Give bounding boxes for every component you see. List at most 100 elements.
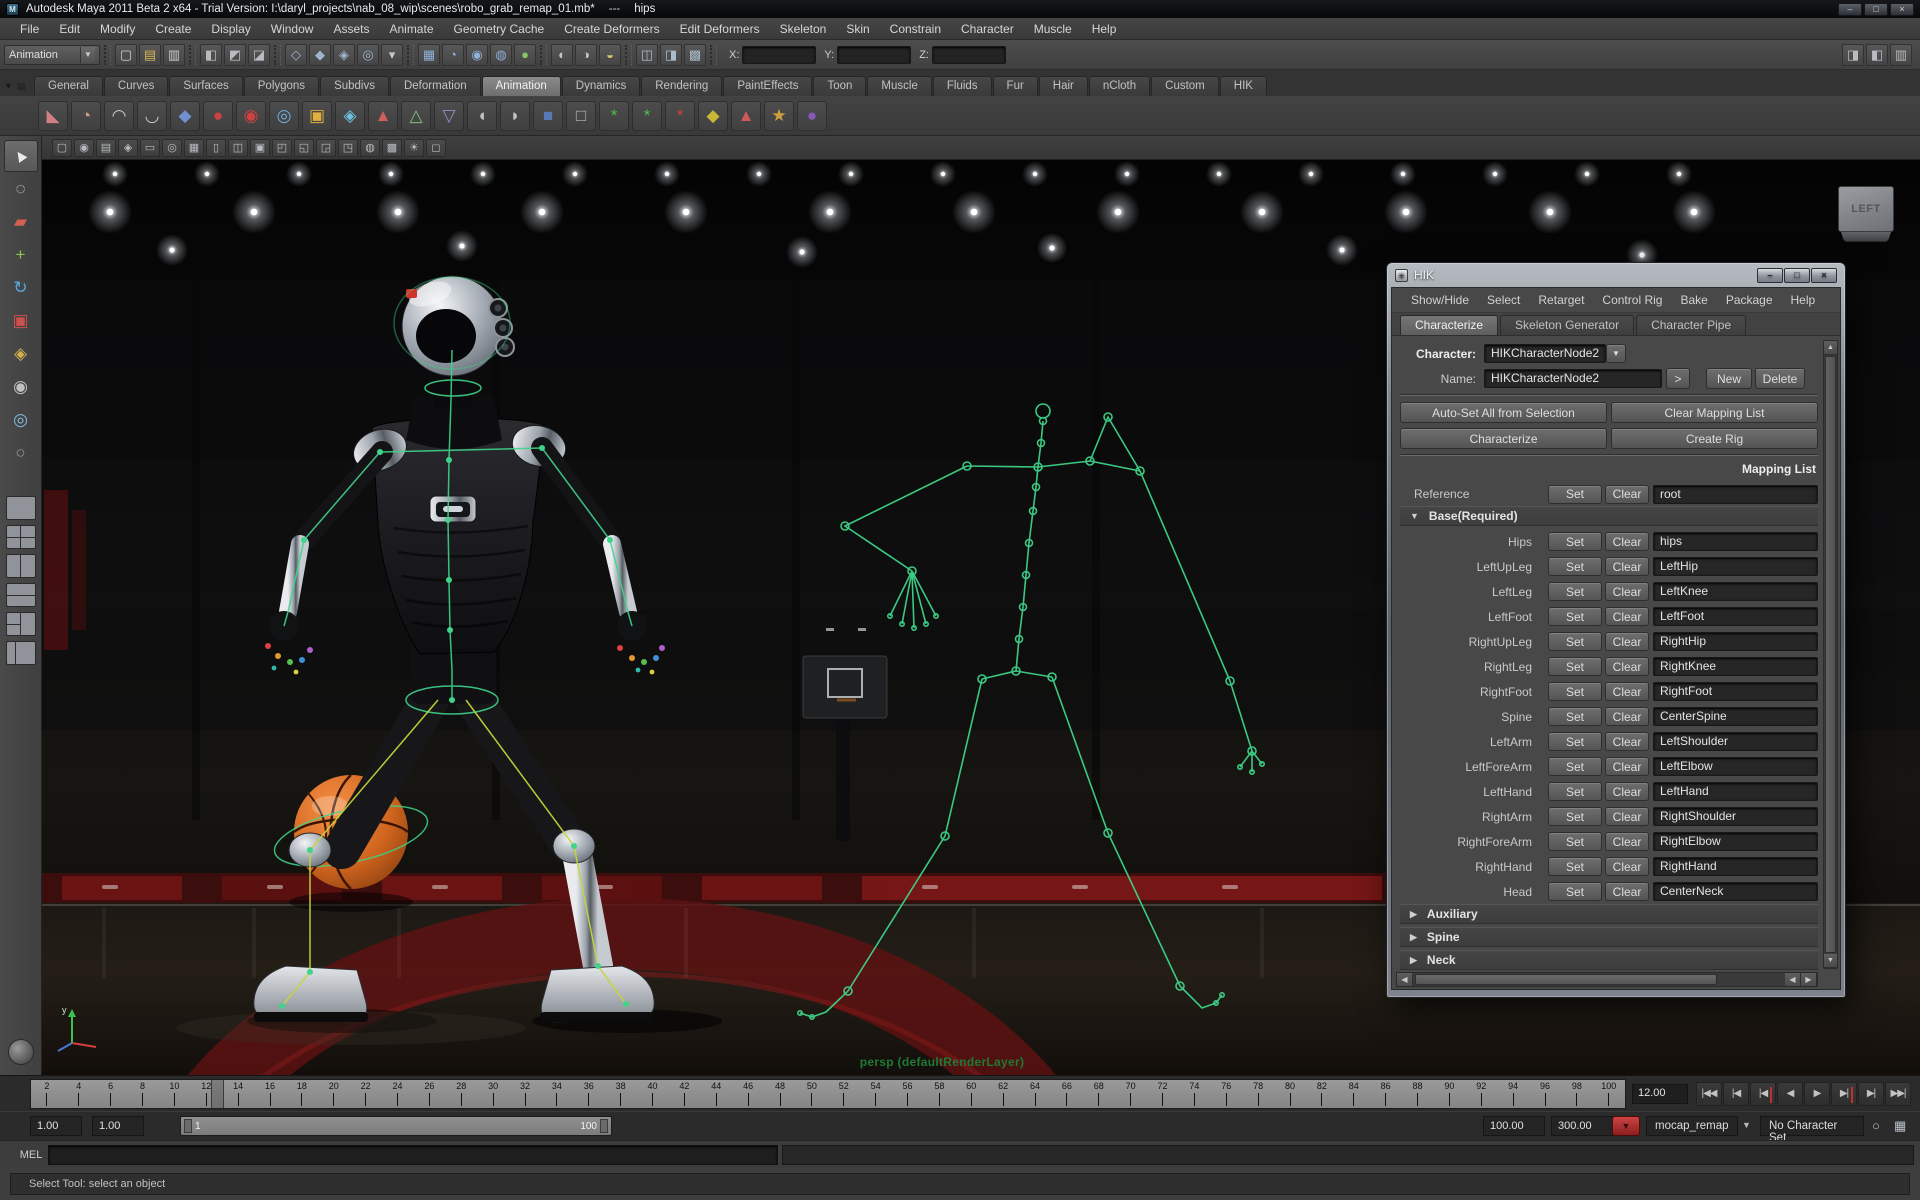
group-grip[interactable]	[625, 44, 632, 65]
lasso-tool[interactable]: ◌	[4, 173, 38, 205]
shelf-ease-out-icon[interactable]: ◡	[137, 100, 167, 131]
frame-tick[interactable]: 18	[286, 1080, 318, 1108]
mapping-set-button[interactable]: Set	[1548, 757, 1602, 776]
mapping-set-button[interactable]: Set	[1548, 857, 1602, 876]
menu-item[interactable]: Character	[951, 22, 1024, 36]
frame-tick[interactable]: 36	[573, 1080, 605, 1108]
frame-tick[interactable]: 26	[414, 1080, 446, 1108]
shelf-set-breakdown-icon[interactable]: ◎	[269, 100, 299, 131]
app-close-button[interactable]: ×	[1890, 2, 1914, 16]
shelf-tab[interactable]: Polygons	[243, 76, 320, 96]
chevron-collapsed-icon[interactable]: ▶	[1410, 909, 1417, 920]
frame-tick[interactable]: 52	[828, 1080, 860, 1108]
group-grip[interactable]	[710, 44, 717, 65]
ipr-render-icon[interactable]: ◨	[660, 43, 682, 66]
mapping-value-field[interactable]: LeftHand	[1653, 782, 1818, 801]
shelf-tab[interactable]: Dynamics	[561, 76, 641, 96]
mapping-clear-button[interactable]: Clear	[1605, 682, 1649, 701]
toggle-tool-settings-icon[interactable]: ◧	[1866, 43, 1888, 66]
name-input[interactable]: HIKCharacterNode2	[1484, 369, 1662, 388]
scroll-right-icon[interactable]: ▶	[1801, 973, 1817, 986]
shelf-tab[interactable]: Fur	[992, 76, 1038, 96]
frame-tick[interactable]: 6	[95, 1080, 127, 1108]
hik-menu-item[interactable]: Bake	[1671, 293, 1716, 307]
frame-tick[interactable]: 58	[924, 1080, 956, 1108]
frame-tick[interactable]: 28	[445, 1080, 477, 1108]
shelf-tab[interactable]: General	[34, 76, 103, 96]
hik-vertical-scrollbar[interactable]: ▲ ▼	[1823, 340, 1838, 969]
shelf-tab[interactable]: Rendering	[641, 76, 723, 96]
reference-value-field[interactable]: root	[1653, 484, 1818, 504]
select-component-icon[interactable]: ◪	[248, 43, 270, 66]
snap-curve-icon[interactable]: ◔	[442, 43, 464, 66]
new-button[interactable]: New	[1706, 368, 1752, 389]
frame-tick[interactable]: 20	[318, 1080, 350, 1108]
menu-item[interactable]: File	[10, 22, 49, 36]
frame-tick[interactable]: 10	[159, 1080, 191, 1108]
menu-set-selector[interactable]: Animation ▼	[4, 44, 100, 65]
mapping-clear-button[interactable]: Clear	[1605, 807, 1649, 826]
lights-mode-icon[interactable]: ☀	[404, 138, 424, 157]
shelf-motion-path-icon[interactable]: ◈	[335, 100, 365, 131]
shelf-tab[interactable]: Surfaces	[169, 76, 243, 96]
frame-tick[interactable]: 66	[1051, 1080, 1083, 1108]
shelf-tab-selector-icon[interactable]: ▼	[4, 81, 13, 92]
menu-item[interactable]: Geometry Cache	[444, 22, 555, 36]
frame-tick[interactable]: 98	[1561, 1080, 1593, 1108]
animation-end-field[interactable]: 300.00	[1551, 1116, 1613, 1136]
frame-tick[interactable]: 42	[669, 1080, 701, 1108]
input-connections-icon[interactable]: ◐	[551, 43, 573, 66]
soft-mod-tool[interactable]: ◉	[4, 371, 38, 403]
app-title-bar[interactable]: M Autodesk Maya 2011 Beta 2 x64 - Trial …	[0, 0, 1920, 18]
characterize-button[interactable]: Characterize	[1400, 428, 1607, 449]
frame-tick[interactable]: 84	[1338, 1080, 1370, 1108]
x-coordinate-input[interactable]	[742, 45, 817, 64]
frame-tick[interactable]: 2	[31, 1080, 63, 1108]
clear-mapping-list-button[interactable]: Clear Mapping List	[1611, 402, 1818, 423]
frame-tick[interactable]: 40	[637, 1080, 669, 1108]
frame-tick[interactable]: 34	[541, 1080, 573, 1108]
select-tool[interactable]: ▲	[3, 140, 38, 172]
new-scene-icon[interactable]: ▢	[115, 43, 137, 66]
shelf-tab[interactable]: Fluids	[932, 76, 992, 96]
field-chart-icon[interactable]: ◰	[272, 138, 292, 157]
auto-set-all-button[interactable]: Auto-Set All from Selection	[1400, 402, 1607, 423]
hik-menu-item[interactable]: Show/Hide	[1402, 293, 1478, 307]
menu-item[interactable]: Help	[1082, 22, 1127, 36]
hik-menu-item[interactable]: Retarget	[1529, 293, 1593, 307]
scroll-left-icon[interactable]: ◀	[1397, 973, 1413, 986]
film-gate-icon[interactable]: ▯	[206, 138, 226, 157]
frame-tick[interactable]: 90	[1434, 1080, 1466, 1108]
frame-tick[interactable]: 44	[700, 1080, 732, 1108]
app-minimize-button[interactable]: –	[1838, 2, 1862, 16]
frame-tick[interactable]: 100	[1593, 1080, 1625, 1108]
shelf-anim-snapshot-icon[interactable]: △	[401, 100, 431, 131]
shelf-blendshape-icon[interactable]: ■	[533, 100, 563, 131]
hik-window[interactable]: ✳ HIK – □ × Show/Hide Select Retarget Control…	[1386, 262, 1846, 998]
shelf-tab[interactable]: PaintEffects	[723, 76, 813, 96]
group-grip[interactable]	[104, 44, 111, 65]
mapping-set-button[interactable]: Set	[1548, 807, 1602, 826]
menu-item[interactable]: Skeleton	[770, 22, 837, 36]
shelf-cluster-icon[interactable]: ▽	[434, 100, 464, 131]
scale-tool[interactable]: ▣	[4, 305, 38, 337]
playback-end-field[interactable]: 100.00	[1483, 1116, 1545, 1136]
mapping-value-field[interactable]: LeftFoot	[1653, 607, 1818, 626]
select-object-icon[interactable]: ◩	[224, 43, 246, 66]
bookmark-icon[interactable]: ◈	[118, 138, 138, 157]
2d-pan-zoom-icon[interactable]: ◎	[162, 138, 182, 157]
construction-history-icon[interactable]: ◒	[599, 43, 621, 66]
make-live-icon[interactable]: ●	[514, 43, 536, 66]
vertical-scroll-thumb[interactable]	[1825, 356, 1836, 953]
current-character-set-field[interactable]: No Character Set	[1760, 1116, 1864, 1144]
show-manipulator-tool[interactable]: ◎	[4, 404, 38, 436]
mapping-clear-button[interactable]: Clear	[1605, 632, 1649, 651]
shelf-tab[interactable]: Deformation	[389, 76, 481, 96]
xray-mode-icon[interactable]: ◻	[426, 138, 446, 157]
mapping-value-field[interactable]: CenterNeck	[1653, 882, 1818, 901]
mapping-set-button[interactable]: Set	[1548, 532, 1602, 551]
frame-tick[interactable]: 96	[1529, 1080, 1561, 1108]
hik-menu-item[interactable]: Control Rig	[1593, 293, 1671, 307]
step-forward-key-button[interactable]: ▶|	[1831, 1081, 1857, 1106]
mask-surfaces-icon[interactable]: ◎	[357, 43, 379, 66]
